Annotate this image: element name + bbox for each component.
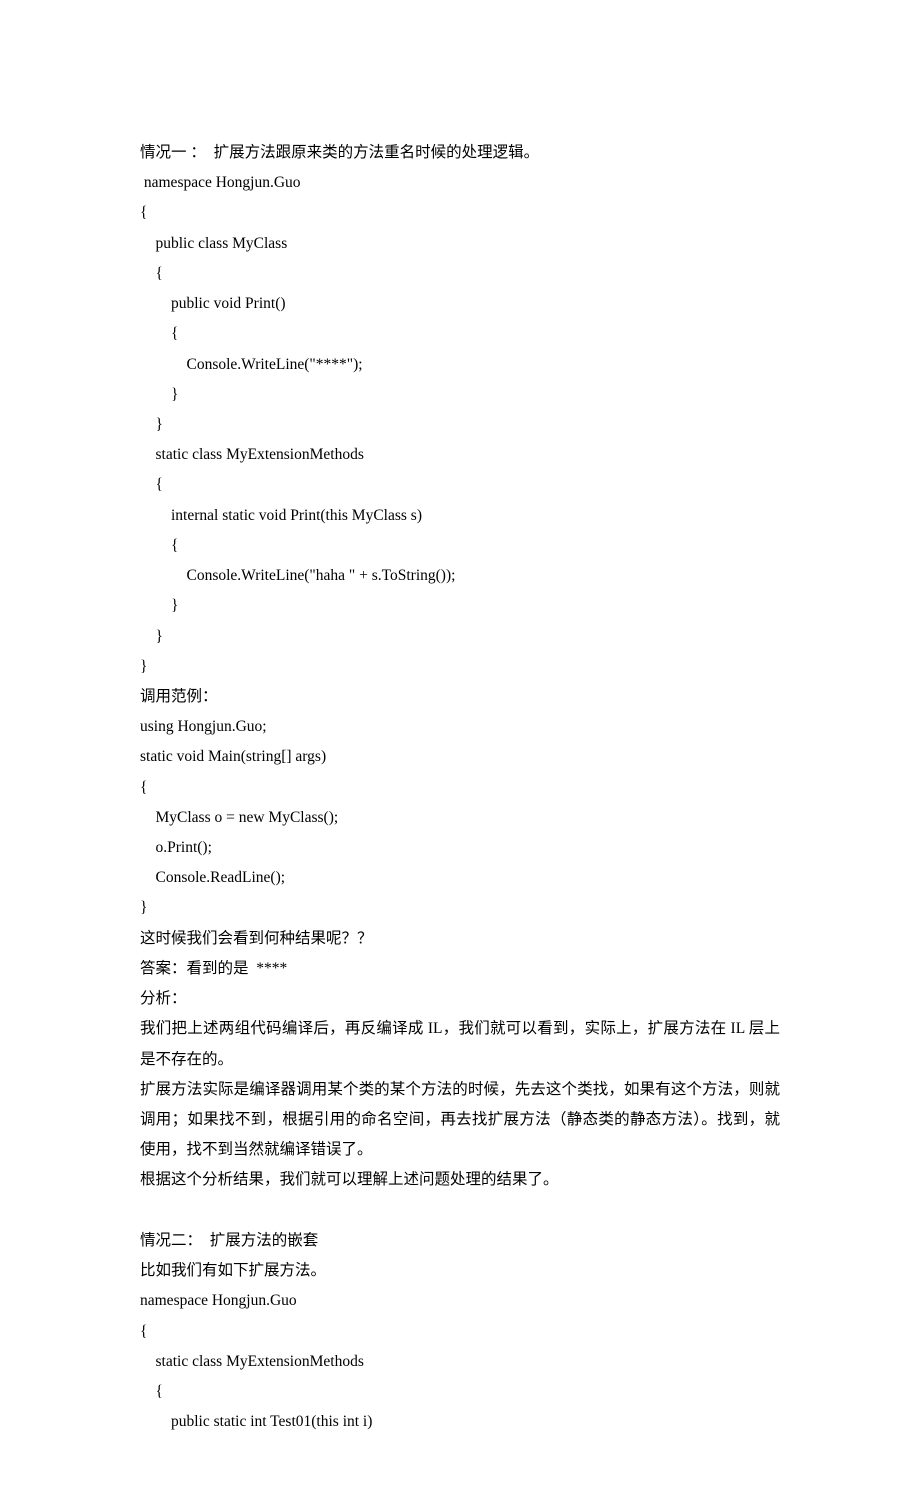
- text-line: {: [140, 1377, 780, 1407]
- text-line: }: [140, 622, 780, 652]
- text-line: MyClass o = new MyClass();: [140, 803, 780, 833]
- text-line: 调用范例：: [140, 682, 780, 712]
- text-line: Console.ReadLine();: [140, 863, 780, 893]
- text-line: 我们把上述两组代码编译后，再反编译成 IL，我们就可以看到，实际上，扩展方法在 …: [140, 1014, 780, 1074]
- document-page: 情况一 ： 扩展方法跟原来类的方法重名时候的处理逻辑。 namespace Ho…: [0, 0, 920, 1497]
- text-line: Console.WriteLine("haha " + s.ToString()…: [140, 561, 780, 591]
- text-line: }: [140, 652, 780, 682]
- text-line: 这时候我们会看到何种结果呢？？: [140, 924, 780, 954]
- text-line: {: [140, 1317, 780, 1347]
- text-line: }: [140, 380, 780, 410]
- text-line: }: [140, 410, 780, 440]
- text-line: namespace Hongjun.Guo: [140, 168, 780, 198]
- text-line: 分析：: [140, 984, 780, 1014]
- text-line: namespace Hongjun.Guo: [140, 1286, 780, 1316]
- text-line: internal static void Print(this MyClass …: [140, 501, 780, 531]
- text-line: static class MyExtensionMethods: [140, 440, 780, 470]
- text-line: {: [140, 259, 780, 289]
- text-line: Console.WriteLine("****");: [140, 350, 780, 380]
- text-line: {: [140, 531, 780, 561]
- text-line: {: [140, 319, 780, 349]
- text-line: o.Print();: [140, 833, 780, 863]
- text-line: static void Main(string[] args): [140, 742, 780, 772]
- text-line: 情况二： 扩展方法的嵌套: [140, 1226, 780, 1256]
- text-line: using Hongjun.Guo;: [140, 712, 780, 742]
- text-line: {: [140, 470, 780, 500]
- text-line: public class MyClass: [140, 229, 780, 259]
- text-line: {: [140, 198, 780, 228]
- text-line: 比如我们有如下扩展方法。: [140, 1256, 780, 1286]
- text-line: 根据这个分析结果，我们就可以理解上述问题处理的结果了。: [140, 1165, 780, 1195]
- document-body: 情况一 ： 扩展方法跟原来类的方法重名时候的处理逻辑。 namespace Ho…: [140, 138, 780, 1437]
- text-line: 扩展方法实际是编译器调用某个类的某个方法的时候，先去这个类找，如果有这个方法，则…: [140, 1075, 780, 1166]
- text-line: 情况一 ： 扩展方法跟原来类的方法重名时候的处理逻辑。: [140, 138, 780, 168]
- text-line: public void Print(): [140, 289, 780, 319]
- text-line: }: [140, 893, 780, 923]
- text-line: 答案：看到的是 ****: [140, 954, 780, 984]
- text-line: public static int Test01(this int i): [140, 1407, 780, 1437]
- text-line: [140, 1196, 780, 1226]
- text-line: {: [140, 773, 780, 803]
- text-line: }: [140, 591, 780, 621]
- text-line: static class MyExtensionMethods: [140, 1347, 780, 1377]
